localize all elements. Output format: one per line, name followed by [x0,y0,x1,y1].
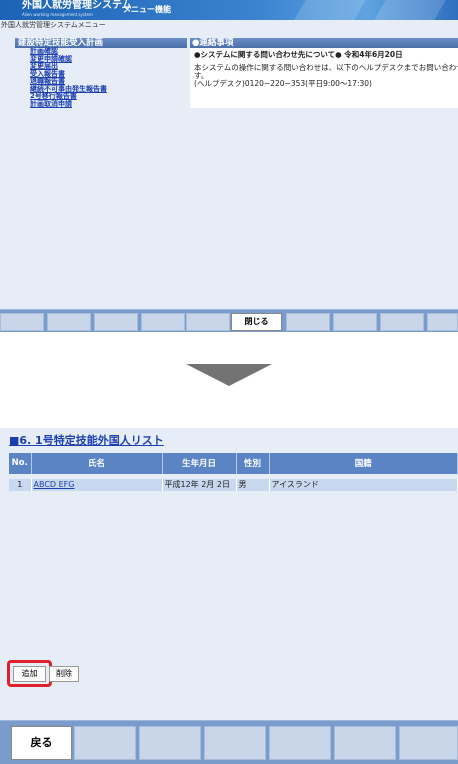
header-stripe [294,0,366,20]
app-header: 外国人就労管理システム Alien working management sys… [0,0,458,20]
footer-slot [186,313,230,331]
menu-footer: 閉じる [0,309,458,332]
menu-link[interactable]: 計画取消申請 [30,100,72,108]
back-button[interactable]: 戻る [11,726,72,760]
footer-slot [74,726,136,760]
plan-menu-panel: 建設特定技能受入計画 計画確認 変更申請確認 変更届出 受入報告書 退職報告書 … [15,38,187,108]
footer-slot [286,313,330,331]
list-title: ■6. 1号特定技能外国人リスト [9,434,164,447]
footer-slot [399,726,458,760]
app-title: 外国人就労管理システム [22,0,132,11]
app-subtitle: Alien working management system [22,12,93,17]
footer-slot [141,313,185,331]
breadcrumb: 外国人就労管理システムメニュー [1,21,106,29]
footer-slot [94,313,138,331]
cell-nationality: アイスランド [269,473,458,491]
footer-slot [47,313,91,331]
down-arrow-icon [186,364,272,386]
close-button[interactable]: 閉じる [231,313,282,331]
notice-body: 本システムの操作に関する問い合わせは、以下のヘルプデスクまでお問い合わせ下さい … [194,64,458,88]
worker-list-screen: ■6. 1号特定技能外国人リスト No. 氏名 生年月日 性別 国籍 1 ABC… [0,428,458,764]
footer-slot [333,313,377,331]
cell-sex: 男 [236,473,270,491]
cell-name: ABCD EFG [31,473,163,491]
worker-name-link[interactable]: ABCD EFG [34,480,75,489]
notice-heading: ●連絡事項 [190,38,458,48]
column-header-birthdate: 生年月日 [162,453,237,476]
menu-label: メニュー機能 [123,5,171,14]
notice-line: (ヘルプデスク)0120−220−353(平日9:00〜17:30) [194,79,372,88]
cell-birthdate: 平成12年 2月 2日 [162,473,237,491]
delete-button[interactable]: 削除 [49,666,79,682]
list-footer: 戻る [0,720,458,764]
column-header-no: No. [9,453,32,476]
worker-table: No. 氏名 生年月日 性別 国籍 1 ABCD EFG 平成12年 2月 2日… [9,453,458,491]
column-header-name: 氏名 [31,453,163,476]
notice-line: 本システムの操作に関する問い合わせは、以下のヘルプデスクまでお問い合わせ下さい [194,63,458,72]
table-header-row: No. 氏名 生年月日 性別 国籍 [9,453,458,476]
footer-slot [334,726,396,760]
menu-screen: 外国人就労管理システム Alien working management sys… [0,0,458,332]
footer-slot [427,313,458,331]
menu-item-cancel-request: 計画取消申請 [30,100,187,109]
footer-slot [269,726,331,760]
notice-title: ●システムに関する問い合わせ先について● 令和4年6月20日 [194,50,403,59]
add-button[interactable]: 追加 [13,666,46,682]
column-header-sex: 性別 [236,453,270,476]
footer-slot [139,726,201,760]
footer-slot [204,726,266,760]
notice-panel: ●連絡事項 ●システムに関する問い合わせ先について● 令和4年6月20日 本シス… [190,38,458,108]
table-row: 1 ABCD EFG 平成12年 2月 2日 男 アイスランド [9,473,458,491]
plan-menu-list: 計画確認 変更申請確認 変更届出 受入報告書 退職報告書 継続不可事由発生報告書… [15,47,187,109]
footer-slot [380,313,424,331]
column-header-nationality: 国籍 [269,453,458,476]
header-stripe [374,0,446,20]
cell-no: 1 [9,473,32,491]
footer-slot [0,313,44,331]
